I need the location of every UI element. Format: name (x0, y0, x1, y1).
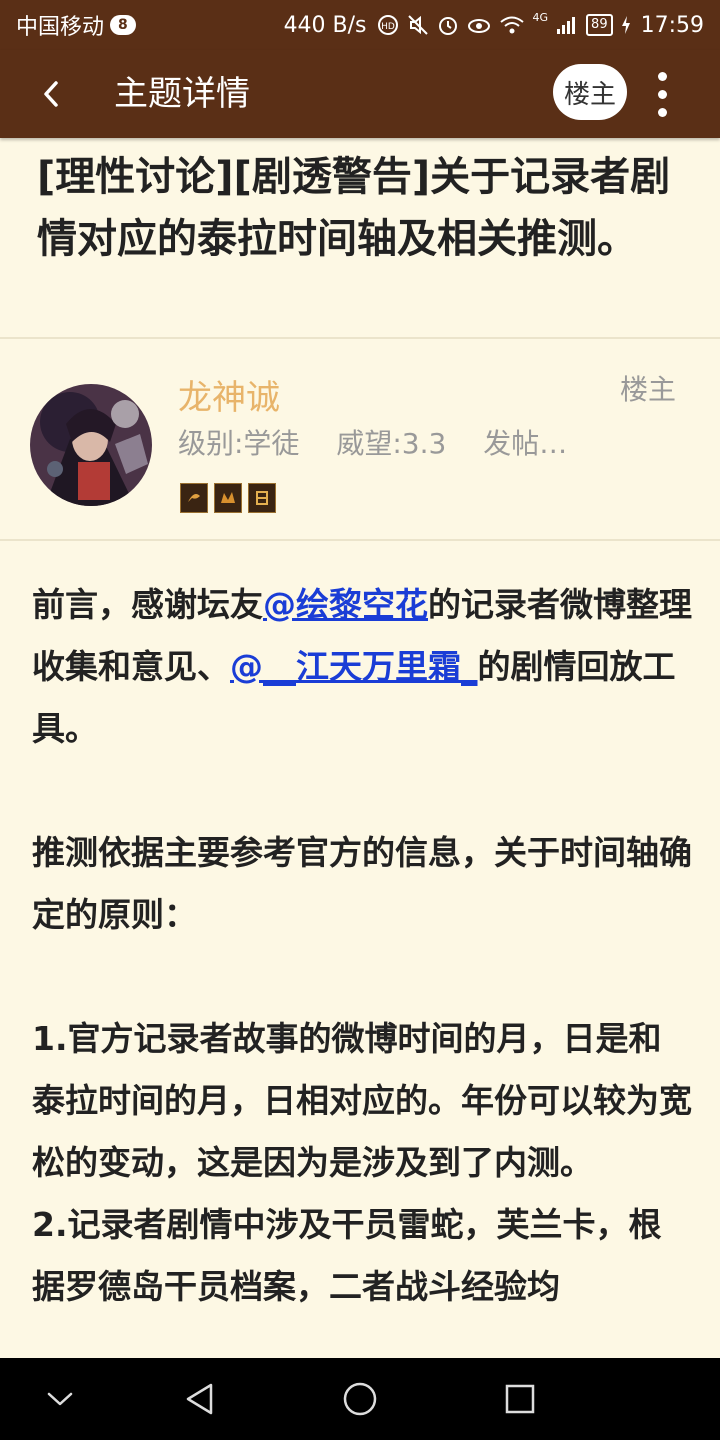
mute-icon (407, 15, 428, 35)
nav-home-icon (343, 1382, 377, 1416)
network-type: 4G (532, 10, 549, 24)
battery-indicator: 89 (586, 14, 613, 36)
back-button[interactable] (30, 72, 74, 116)
battery-level: 89 (591, 17, 608, 32)
content-paragraph: 1.官方记录者故事的微博时间的月，日是和泰拉时间的月，日相对应的。年份可以较为宽… (32, 1019, 692, 1182)
badge-icon[interactable] (214, 483, 242, 513)
author-meta: 级别:学徒 威望:3.3 发帖… (178, 424, 618, 464)
nav-recents-button[interactable] (496, 1375, 544, 1423)
author-posts: 发帖… (483, 427, 568, 460)
only-op-button[interactable]: 楼主 (553, 64, 627, 120)
app-bar: 主题详情 楼主 (0, 50, 720, 138)
nav-recents-icon (505, 1384, 535, 1414)
mention-link[interactable]: @绘黎空花 (263, 585, 428, 624)
content-paragraph: 推测依据主要参考官方的信息，关于时间轴确定的原则： (32, 833, 692, 934)
more-vert-icon (657, 71, 667, 81)
nav-collapse-button[interactable] (36, 1375, 84, 1423)
alarm-icon (438, 17, 457, 35)
more-options-button[interactable] (640, 68, 684, 120)
nav-back-icon (186, 1383, 213, 1415)
signal-icon (557, 17, 576, 34)
post-content: 前言，感谢坛友@绘黎空花的记录者微博整理收集和意见、@__江天万里霜_的剧情回放… (32, 574, 692, 1318)
nav-back-button[interactable] (176, 1375, 224, 1423)
network-speed: 440 B/s (283, 12, 367, 38)
badge-icon[interactable] (248, 483, 276, 513)
divider (0, 539, 720, 541)
carrier-info: 中国移动 8 (16, 9, 136, 41)
status-icons: HD 4G 89 (377, 10, 631, 36)
wifi-icon (499, 16, 524, 34)
nav-home-button[interactable] (336, 1375, 384, 1423)
carrier-name: 中国移动 (16, 15, 105, 40)
more-vert-icon-dot (657, 89, 667, 99)
back-arrow-icon (44, 81, 58, 107)
navigation-bar (0, 1358, 720, 1440)
avatar[interactable] (30, 384, 152, 506)
avatar-image (30, 384, 152, 506)
more-vert-icon-dot (657, 107, 667, 117)
divider (0, 337, 720, 339)
nav-collapse-icon (47, 1392, 73, 1406)
status-bar: 中国移动 8 440 B/s HD 4G 89 17:59 (0, 0, 720, 50)
badge-icon[interactable] (180, 483, 208, 513)
hd-icon: HD (377, 15, 398, 35)
author-name[interactable]: 龙神诚 (178, 370, 280, 419)
post-title: [理性讨论][剧透警告]关于记录者剧情对应的泰拉时间轴及相关推测。 (37, 154, 671, 262)
sim-badge: 8 (110, 15, 136, 35)
badges (180, 483, 276, 513)
content-paragraph: 前言，感谢坛友@绘黎空花的记录者微博整理收集和意见、@__江天万里霜_的剧情回放… (32, 574, 692, 760)
eye-comfort-icon (467, 19, 490, 33)
charging-icon (621, 16, 630, 34)
author-prestige: 威望:3.3 (336, 427, 447, 460)
op-label: 楼主 (620, 373, 677, 406)
clock: 17:59 (640, 12, 704, 38)
author-level: 级别:学徒 (178, 427, 300, 460)
status-right: 440 B/s HD 4G 89 17:59 (283, 10, 704, 38)
content-paragraph: 2.记录者剧情中涉及干员雷蛇，芙兰卡，根据罗德岛干员档案，二者战斗经验均 (32, 1205, 662, 1306)
text-run: 前言，感谢坛友 (32, 585, 263, 624)
svg-text:HD: HD (381, 22, 395, 32)
mention-link[interactable]: @__江天万里霜_ (230, 647, 478, 686)
page-title: 主题详情 (114, 74, 250, 114)
